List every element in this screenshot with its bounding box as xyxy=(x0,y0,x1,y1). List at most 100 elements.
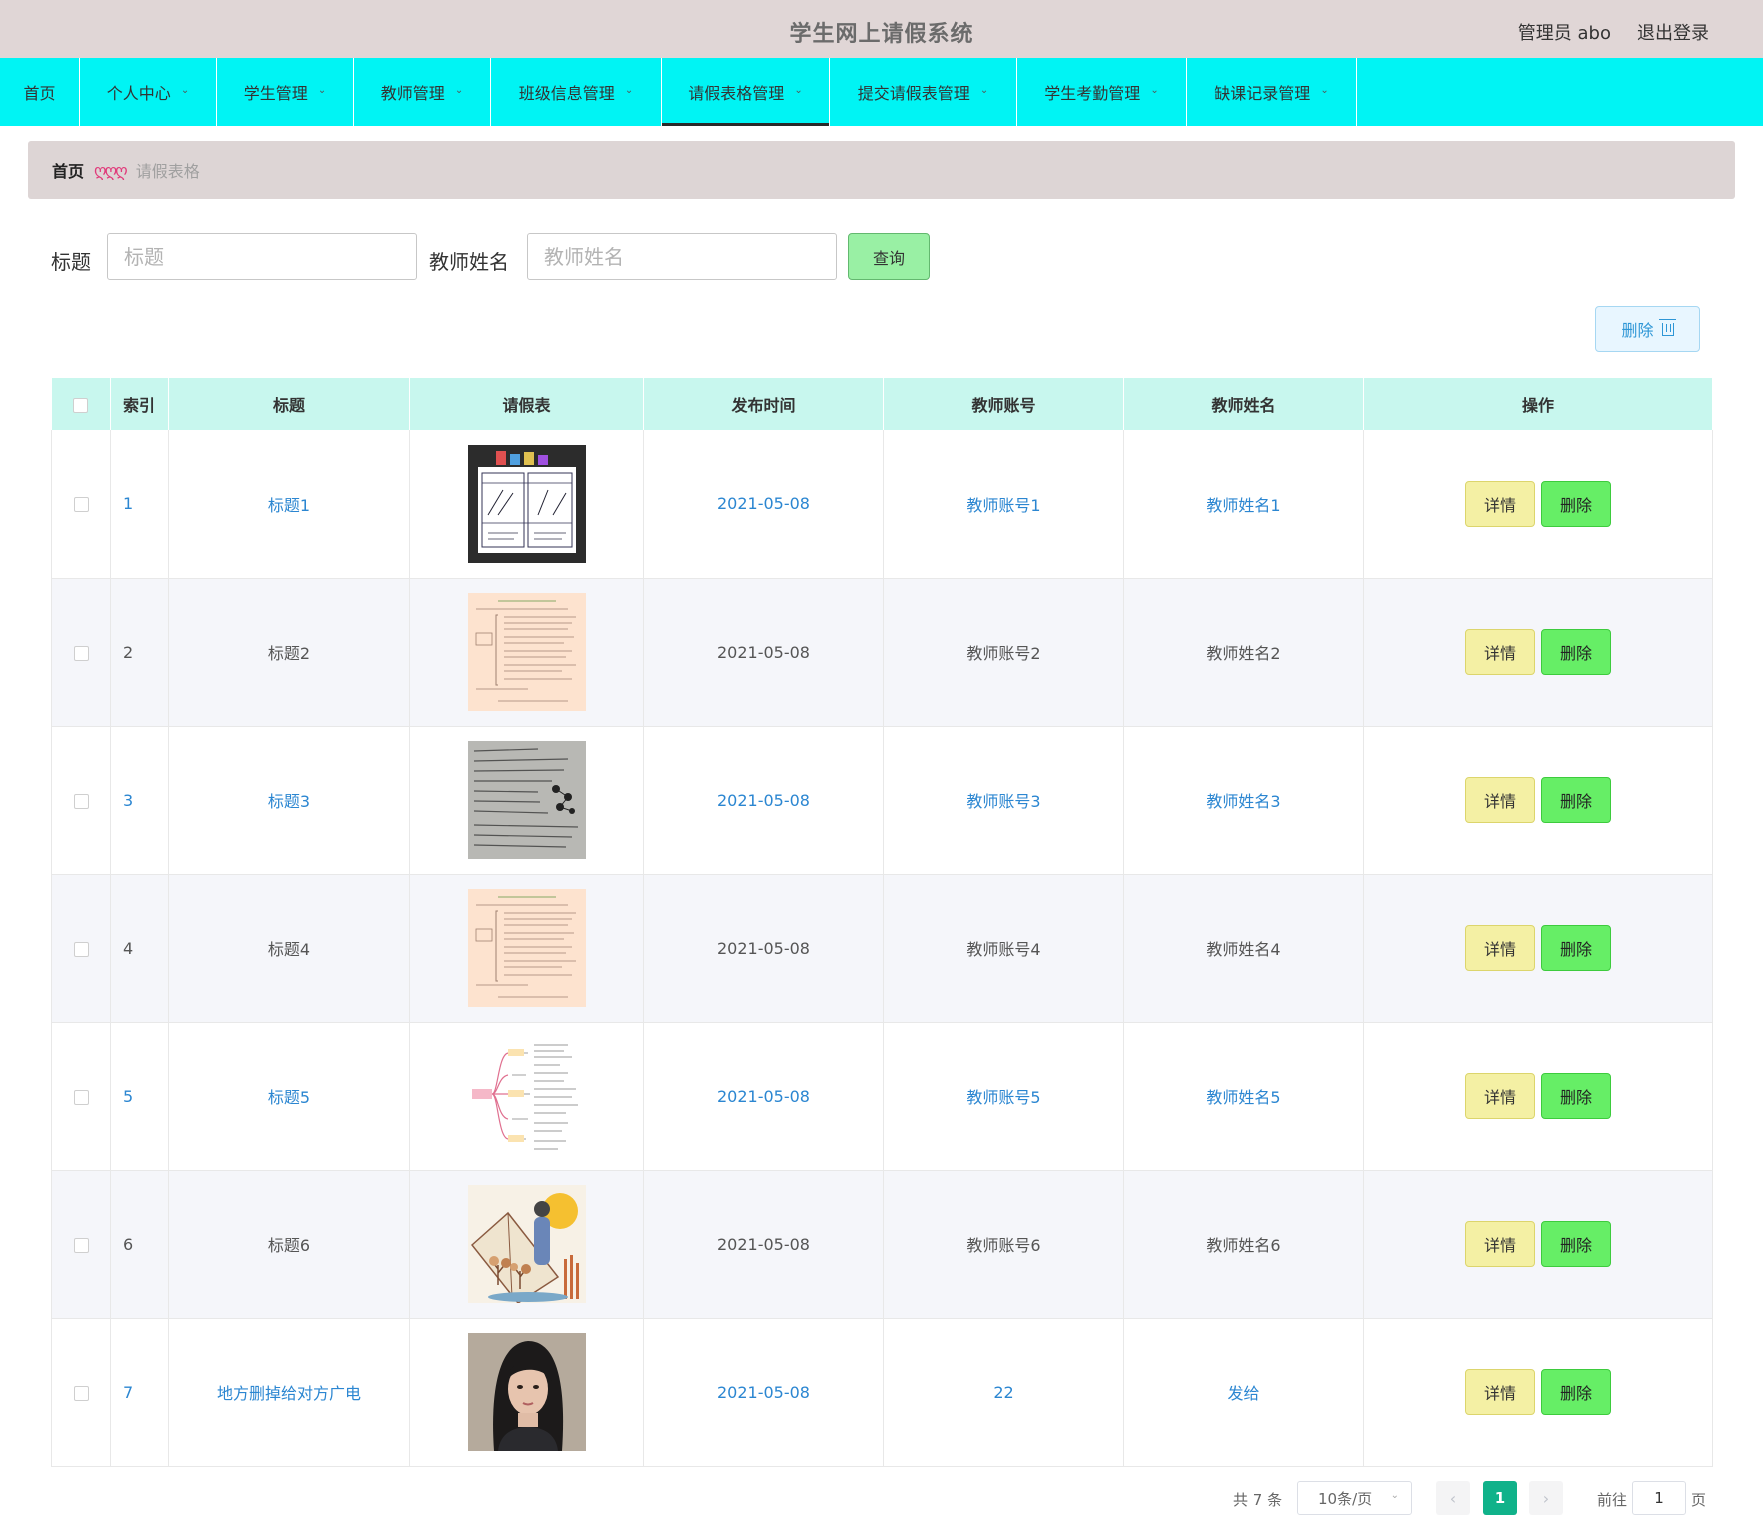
select-all-cell xyxy=(51,378,111,430)
table-row: 2 标题2 2021-05-08 教师账号2 教师姓名2 详情 删除 xyxy=(51,578,1713,727)
nav-label: 教师管理 xyxy=(380,84,445,103)
nav-item-personal-center[interactable]: 个人中心 ⌄ xyxy=(80,58,217,126)
goto-page-input[interactable] xyxy=(1632,1481,1686,1515)
row-teacher-account: 教师账号3 xyxy=(883,726,1124,875)
delete-button[interactable]: 删除 xyxy=(1541,629,1611,675)
bulk-delete-button[interactable]: 删除 xyxy=(1595,306,1700,352)
row-title: 标题6 xyxy=(168,1170,410,1319)
row-title: 标题3 xyxy=(168,726,410,875)
delete-button[interactable]: 删除 xyxy=(1541,480,1611,527)
detail-button[interactable]: 详情 xyxy=(1465,1221,1535,1267)
row-leave-form-image-cell xyxy=(409,430,644,579)
leave-form-thumbnail[interactable] xyxy=(467,1185,586,1303)
chevron-left-icon: ‹ xyxy=(1449,1488,1457,1508)
table-row: 5 标题5 2021-05-08 教师账号5 教师姓名5 详情 删除 xyxy=(51,1022,1713,1171)
nav-item-class-info[interactable]: 班级信息管理 ⌄ xyxy=(491,58,662,126)
nav-label: 提交请假表管理 xyxy=(857,84,970,103)
row-checkbox[interactable] xyxy=(73,1385,89,1401)
row-teacher-name: 教师姓名3 xyxy=(1123,726,1364,875)
page-size-select[interactable]: 10条/页 ⌄ xyxy=(1297,1481,1412,1515)
column-header-teacher-name: 教师姓名 xyxy=(1123,378,1364,430)
row-leave-form-image-cell xyxy=(409,1170,644,1319)
row-leave-form-image-cell xyxy=(409,726,644,875)
row-actions: 详情 删除 xyxy=(1363,1022,1713,1171)
nav-item-leave-form[interactable]: 请假表格管理 ⌄ xyxy=(662,58,830,126)
leave-form-thumbnail[interactable] xyxy=(467,1333,586,1451)
row-select-cell xyxy=(51,874,111,1023)
row-leave-form-image-cell xyxy=(409,1022,644,1171)
column-header-actions: 操作 xyxy=(1363,378,1713,430)
row-checkbox[interactable] xyxy=(73,941,89,957)
trash-icon xyxy=(1658,318,1676,336)
row-teacher-name: 教师姓名6 xyxy=(1123,1170,1364,1319)
nav-item-teacher-management[interactable]: 教师管理 ⌄ xyxy=(354,58,491,126)
row-teacher-account: 教师账号4 xyxy=(883,874,1124,1023)
chevron-down-icon: ⌄ xyxy=(317,84,327,96)
row-teacher-account: 教师账号5 xyxy=(883,1022,1124,1171)
detail-button[interactable]: 详情 xyxy=(1465,1073,1535,1119)
row-checkbox[interactable] xyxy=(73,793,89,809)
teacher-search-label: 教师姓名 xyxy=(429,250,509,274)
next-page-button[interactable]: › xyxy=(1529,1481,1563,1515)
row-checkbox[interactable] xyxy=(73,1237,89,1253)
detail-button[interactable]: 详情 xyxy=(1465,1369,1535,1415)
row-actions: 详情 删除 xyxy=(1363,578,1713,727)
page-number-1[interactable]: 1 xyxy=(1483,1481,1517,1515)
leave-form-thumbnail[interactable] xyxy=(467,741,586,859)
logout-button[interactable]: 退出登录 xyxy=(1637,19,1709,45)
delete-button[interactable]: 删除 xyxy=(1541,777,1611,823)
nav-item-student-management[interactable]: 学生管理 ⌄ xyxy=(217,58,354,126)
delete-button[interactable]: 删除 xyxy=(1541,1369,1611,1415)
leave-form-thumbnail[interactable] xyxy=(467,1037,586,1155)
nav-label: 学生管理 xyxy=(243,84,308,103)
row-actions: 详情 删除 xyxy=(1363,726,1713,875)
chevron-down-icon: ⌄ xyxy=(624,84,634,96)
nav-label: 学生考勤管理 xyxy=(1044,84,1141,103)
row-publish-time: 2021-05-08 xyxy=(643,1318,884,1467)
row-select-cell xyxy=(51,578,111,727)
row-actions: 详情 删除 xyxy=(1363,430,1713,579)
detail-button[interactable]: 详情 xyxy=(1465,925,1535,971)
row-checkbox[interactable] xyxy=(73,645,89,661)
leave-form-thumbnail[interactable] xyxy=(467,593,586,711)
query-button[interactable]: 查询 xyxy=(848,233,930,280)
page-suffix-label: 页 xyxy=(1691,1491,1707,1509)
leave-form-thumbnail[interactable] xyxy=(467,444,586,563)
detail-button[interactable]: 详情 xyxy=(1465,480,1535,527)
nav-item-home[interactable]: 首页 xyxy=(0,58,80,126)
row-actions: 详情 删除 xyxy=(1363,874,1713,1023)
row-publish-time: 2021-05-08 xyxy=(643,726,884,875)
row-select-cell xyxy=(51,1318,111,1467)
breadcrumb-home[interactable]: 首页 xyxy=(52,158,84,182)
row-title: 标题4 xyxy=(168,874,410,1023)
nav-item-submitted-leave[interactable]: 提交请假表管理 ⌄ xyxy=(830,58,1017,126)
column-header-title: 标题 xyxy=(168,378,410,430)
chevron-right-icon: › xyxy=(1542,1488,1550,1508)
row-index: 6 xyxy=(110,1170,169,1319)
row-teacher-name: 发给 xyxy=(1123,1318,1364,1467)
nav-item-attendance[interactable]: 学生考勤管理 ⌄ xyxy=(1017,58,1187,126)
table-row: 1 标题1 2021-05-08 教师账号1 教师姓名1 详情 删除 xyxy=(51,430,1713,579)
row-index: 5 xyxy=(110,1022,169,1171)
select-all-checkbox[interactable] xyxy=(73,397,89,413)
delete-button[interactable]: 删除 xyxy=(1541,1073,1611,1119)
row-select-cell xyxy=(51,726,111,875)
row-publish-time: 2021-05-08 xyxy=(643,1022,884,1171)
chevron-down-icon: ⌄ xyxy=(1320,84,1329,96)
title-search-input[interactable] xyxy=(107,233,417,280)
detail-button[interactable]: 详情 xyxy=(1465,629,1535,675)
row-teacher-name: 教师姓名4 xyxy=(1123,874,1364,1023)
delete-button[interactable]: 删除 xyxy=(1541,925,1611,971)
nav-item-absence-record[interactable]: 缺课记录管理 ⌄ xyxy=(1187,58,1357,126)
leave-form-thumbnail[interactable] xyxy=(467,889,586,1007)
row-publish-time: 2021-05-08 xyxy=(643,430,884,579)
delete-button[interactable]: 删除 xyxy=(1541,1221,1611,1267)
row-checkbox[interactable] xyxy=(73,497,89,513)
teacher-name-search-input[interactable] xyxy=(527,233,837,280)
row-actions: 详情 删除 xyxy=(1363,1170,1713,1319)
row-leave-form-image-cell xyxy=(409,578,644,727)
prev-page-button[interactable]: ‹ xyxy=(1436,1481,1470,1515)
detail-button[interactable]: 详情 xyxy=(1465,777,1535,823)
row-select-cell xyxy=(51,1022,111,1171)
row-checkbox[interactable] xyxy=(73,1089,89,1105)
